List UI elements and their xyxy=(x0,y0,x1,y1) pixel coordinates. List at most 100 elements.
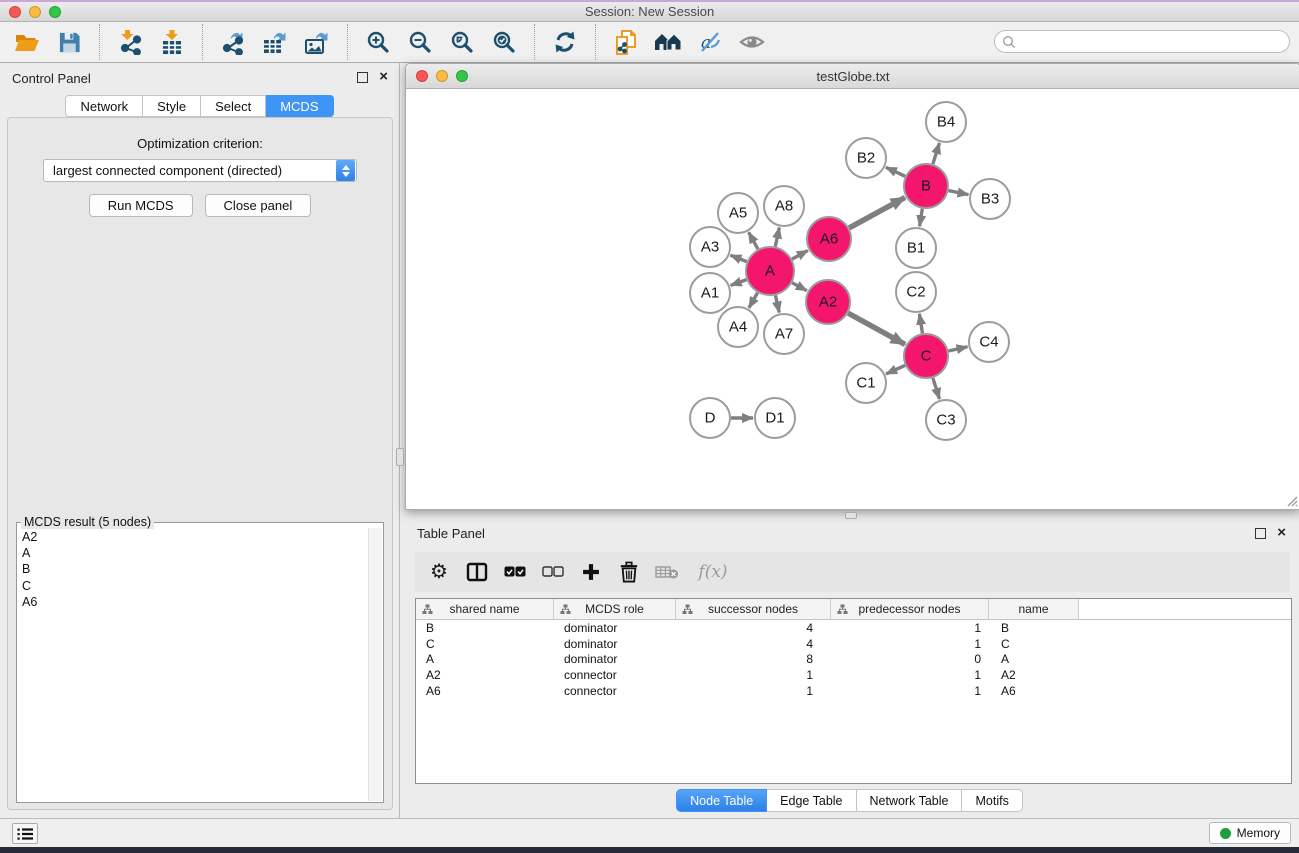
table-cell[interactable]: 1 xyxy=(831,668,989,682)
close-panel-icon[interactable]: × xyxy=(379,67,388,87)
graph-node-A2[interactable]: A2 xyxy=(806,280,850,324)
add-column-button[interactable] xyxy=(577,558,605,586)
table-cell[interactable]: A2 xyxy=(989,668,1079,682)
graph-node-B4[interactable]: B4 xyxy=(926,102,966,142)
table-row[interactable]: Cdominator41C xyxy=(416,636,1291,652)
mcds-result-list[interactable]: A2ABCA6 xyxy=(19,529,367,800)
table-cell[interactable]: 1 xyxy=(676,684,831,698)
table-cell[interactable]: 1 xyxy=(831,684,989,698)
export-network-button[interactable] xyxy=(212,25,254,59)
graph-node-C1[interactable]: C1 xyxy=(846,363,886,403)
table-row[interactable]: A2connector11A2 xyxy=(416,667,1291,683)
graph-node-C3[interactable]: C3 xyxy=(926,400,966,440)
table-settings-button[interactable]: ⚙ xyxy=(425,558,453,586)
table-cell[interactable]: dominator xyxy=(554,652,676,666)
network-window-titlebar[interactable]: testGlobe.txt xyxy=(406,64,1299,89)
graph-edge[interactable] xyxy=(933,143,940,164)
tab-network[interactable]: Network xyxy=(65,95,143,117)
optimization-criterion-select[interactable]: largest connected component (directed) xyxy=(43,159,357,182)
table-row[interactable]: Adominator80A xyxy=(416,651,1291,667)
table-cell[interactable]: 4 xyxy=(676,621,831,635)
delete-table-button[interactable] xyxy=(653,558,681,586)
zoom-in-button[interactable] xyxy=(357,25,399,59)
float-panel-icon[interactable] xyxy=(357,72,368,83)
float-table-panel-icon[interactable] xyxy=(1255,528,1266,539)
export-image-button[interactable] xyxy=(296,25,338,59)
graph-edge[interactable] xyxy=(933,378,940,399)
graph-edge[interactable] xyxy=(730,255,746,262)
table-cell[interactable]: dominator xyxy=(554,621,676,635)
tab-style[interactable]: Style xyxy=(143,95,201,117)
clone-network-button[interactable] xyxy=(605,25,647,59)
table-cell[interactable]: connector xyxy=(554,668,676,682)
graph-edge[interactable] xyxy=(948,347,967,351)
table-cell[interactable]: dominator xyxy=(554,637,676,651)
graph-node-B[interactable]: B xyxy=(904,164,948,208)
hide-labels-button[interactable]: a xyxy=(689,25,731,59)
graph-edge[interactable] xyxy=(919,314,922,334)
graph-edge[interactable] xyxy=(949,191,969,195)
import-network-button[interactable] xyxy=(109,25,151,59)
table-cell[interactable]: A2 xyxy=(416,668,554,682)
memory-button[interactable]: Memory xyxy=(1209,822,1291,844)
open-session-button[interactable] xyxy=(6,25,48,59)
table-cell[interactable]: C xyxy=(416,637,554,651)
graph-node-B2[interactable]: B2 xyxy=(846,138,886,178)
graph-edge[interactable] xyxy=(775,228,779,247)
zoom-fit-button[interactable] xyxy=(441,25,483,59)
table-cell[interactable]: B xyxy=(416,621,554,635)
graph-node-A3[interactable]: A3 xyxy=(690,227,730,267)
search-field[interactable] xyxy=(994,30,1290,53)
network-graph[interactable]: B4B2BB3A5A8A6A3B1AA1C2A2A4A7C4CC1DD1C3 xyxy=(406,89,1299,509)
table-cell[interactable]: B xyxy=(989,621,1079,635)
zoom-selected-button[interactable] xyxy=(483,25,525,59)
column-header-shared-name[interactable]: shared name xyxy=(416,599,554,619)
graph-node-A7[interactable]: A7 xyxy=(764,314,804,354)
graph-node-D1[interactable]: D1 xyxy=(755,398,795,438)
tab-mcds[interactable]: MCDS xyxy=(266,95,333,117)
graph-edge[interactable] xyxy=(848,313,905,344)
graph-node-A4[interactable]: A4 xyxy=(718,307,758,347)
graph-edge[interactable] xyxy=(792,250,808,259)
run-mcds-button[interactable]: Run MCDS xyxy=(89,194,193,217)
show-graphics-details-button[interactable] xyxy=(731,25,773,59)
table-cell[interactable]: 1 xyxy=(676,668,831,682)
table-cell[interactable]: C xyxy=(989,637,1079,651)
mcds-result-item[interactable]: A xyxy=(19,545,367,561)
graph-node-B3[interactable]: B3 xyxy=(970,179,1010,219)
search-input[interactable] xyxy=(1020,35,1289,49)
delete-column-button[interactable] xyxy=(615,558,643,586)
graph-node-C4[interactable]: C4 xyxy=(969,322,1009,362)
table-cell[interactable]: 1 xyxy=(831,637,989,651)
deselect-all-button[interactable] xyxy=(539,558,567,586)
mcds-result-item[interactable]: C xyxy=(19,578,367,594)
graph-node-A5[interactable]: A5 xyxy=(718,193,758,233)
network-canvas[interactable]: B4B2BB3A5A8A6A3B1AA1C2A2A4A7C4CC1DD1C3 xyxy=(406,89,1299,509)
tab-node-table[interactable]: Node Table xyxy=(676,789,767,812)
table-row[interactable]: A6connector11A6 xyxy=(416,683,1291,699)
refresh-button[interactable] xyxy=(544,25,586,59)
graph-edge[interactable] xyxy=(749,293,758,308)
graph-edge[interactable] xyxy=(886,365,905,374)
tab-edge-table[interactable]: Edge Table xyxy=(767,789,856,812)
function-builder-button[interactable]: f(x) xyxy=(691,558,735,586)
graph-node-D[interactable]: D xyxy=(690,398,730,438)
column-visibility-button[interactable] xyxy=(463,558,491,586)
home-button[interactable] xyxy=(647,25,689,59)
table-cell[interactable]: 1 xyxy=(831,621,989,635)
export-table-button[interactable] xyxy=(254,25,296,59)
mcds-result-item[interactable]: A6 xyxy=(19,594,367,610)
close-panel-button[interactable]: Close panel xyxy=(205,194,312,217)
graph-node-C[interactable]: C xyxy=(904,334,948,378)
select-all-button[interactable] xyxy=(501,558,529,586)
mcds-result-item[interactable]: B xyxy=(19,561,367,577)
graph-node-A[interactable]: A xyxy=(746,247,794,295)
column-header-mcds-role[interactable]: MCDS role xyxy=(554,599,676,619)
table-cell[interactable]: 0 xyxy=(831,652,989,666)
table-cell[interactable]: 4 xyxy=(676,637,831,651)
table-cell[interactable]: 8 xyxy=(676,652,831,666)
mcds-result-item[interactable]: A2 xyxy=(19,529,367,545)
graph-edge[interactable] xyxy=(792,283,807,291)
column-header-predecessor-nodes[interactable]: predecessor nodes xyxy=(831,599,989,619)
graph-node-A8[interactable]: A8 xyxy=(764,186,804,226)
